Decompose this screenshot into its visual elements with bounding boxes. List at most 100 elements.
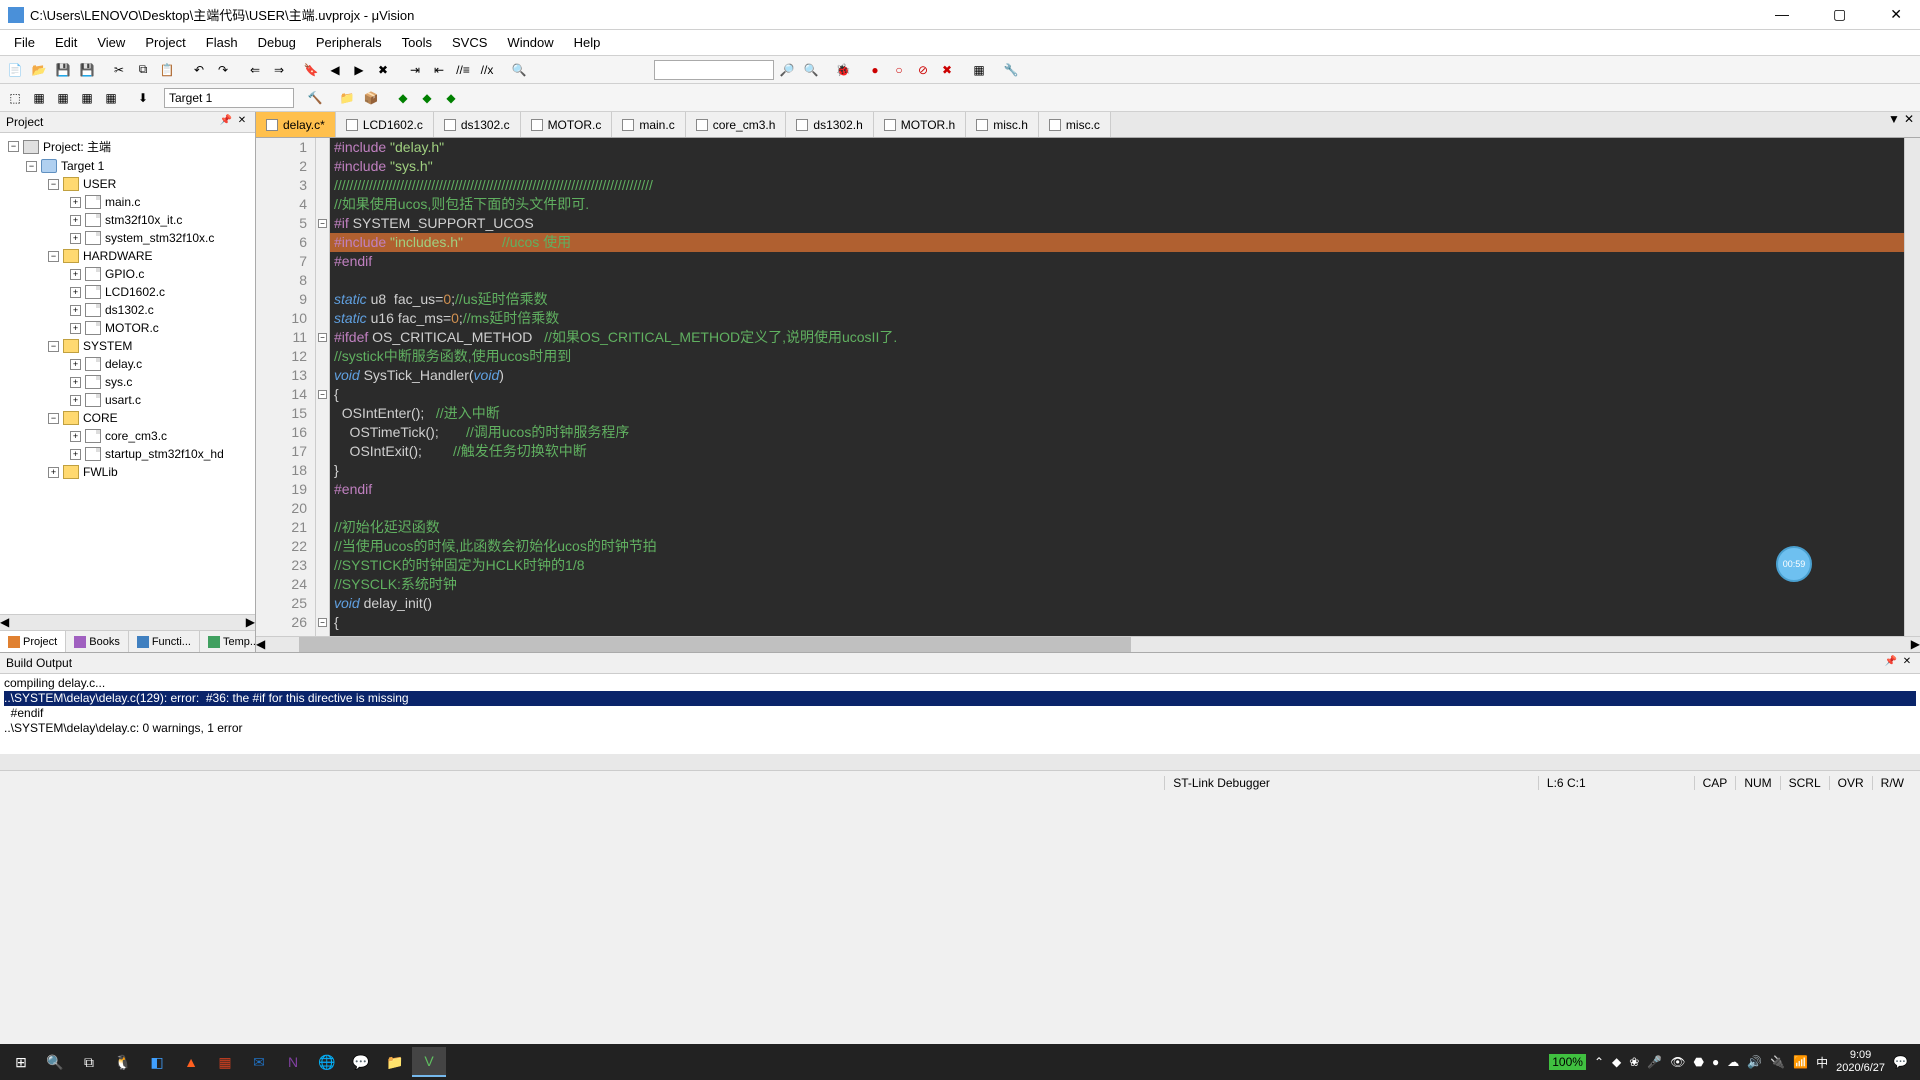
- build-pin-icon[interactable]: 📌: [1884, 656, 1898, 670]
- tray-app4-icon[interactable]: 👁: [1670, 1055, 1685, 1069]
- file-tab-main-c[interactable]: main.c: [612, 112, 685, 137]
- tray-app5-icon[interactable]: ⬣: [1694, 1055, 1704, 1069]
- debug-icon[interactable]: 🐞: [832, 59, 854, 81]
- manage-rtx-icon[interactable]: ◆: [392, 87, 414, 109]
- bookmark-clear-icon[interactable]: ✖: [372, 59, 394, 81]
- file-tab-misc-h[interactable]: misc.h: [966, 112, 1039, 137]
- horizontal-scrollbar[interactable]: ◀▶: [256, 636, 1920, 652]
- menu-debug[interactable]: Debug: [248, 31, 306, 54]
- manage-project-icon[interactable]: 📦: [360, 87, 382, 109]
- tree-group-core[interactable]: −CORE: [0, 409, 255, 427]
- search-icon[interactable]: 🔍: [38, 1047, 72, 1077]
- download-icon[interactable]: ⬇: [132, 87, 154, 109]
- build-hscroll[interactable]: [0, 754, 1920, 770]
- comment-icon[interactable]: //≡: [452, 59, 474, 81]
- tree-file-system_stm32f10x-c[interactable]: +system_stm32f10x.c: [0, 229, 255, 247]
- tray-up-icon[interactable]: ⌃: [1594, 1055, 1604, 1069]
- menu-view[interactable]: View: [87, 31, 135, 54]
- tray-app7-icon[interactable]: ☁: [1727, 1055, 1739, 1069]
- copy-icon[interactable]: ⧉: [132, 59, 154, 81]
- file-tab-MOTOR-c[interactable]: MOTOR.c: [521, 112, 613, 137]
- notifications-icon[interactable]: 💬: [1893, 1055, 1908, 1069]
- tray-app3-icon[interactable]: 🎤: [1647, 1055, 1662, 1069]
- tray-app2-icon[interactable]: ❀: [1629, 1055, 1639, 1069]
- tree-file-startup_stm32f10x_hd[interactable]: +startup_stm32f10x_hd: [0, 445, 255, 463]
- save-all-icon[interactable]: 💾: [76, 59, 98, 81]
- tree-group-fwlib[interactable]: +FWLib: [0, 463, 255, 481]
- nav-back-icon[interactable]: ⇐: [244, 59, 266, 81]
- target-selector[interactable]: Target 1: [164, 88, 294, 108]
- project-tab-2[interactable]: Functi...: [129, 631, 200, 652]
- open-file-icon[interactable]: 📂: [28, 59, 50, 81]
- translate-icon[interactable]: ⬚: [4, 87, 26, 109]
- chrome-icon[interactable]: 🌐: [310, 1047, 344, 1077]
- build-icon[interactable]: ▦: [28, 87, 50, 109]
- clock[interactable]: 9:09 2020/6/27: [1836, 1049, 1885, 1075]
- tree-target[interactable]: −Target 1: [0, 157, 255, 175]
- ime-icon[interactable]: 中: [1816, 1054, 1828, 1071]
- tree-group-system[interactable]: −SYSTEM: [0, 337, 255, 355]
- app-1-icon[interactable]: 🐧: [106, 1047, 140, 1077]
- find-in-files-icon[interactable]: 🔍: [508, 59, 530, 81]
- uvision-task-icon[interactable]: V: [412, 1047, 446, 1077]
- save-icon[interactable]: 💾: [52, 59, 74, 81]
- undo-icon[interactable]: ↶: [188, 59, 210, 81]
- bookmark-toggle-icon[interactable]: 🔖: [300, 59, 322, 81]
- tree-project-root[interactable]: −Project: 主端: [0, 136, 255, 157]
- file-tab-MOTOR-h[interactable]: MOTOR.h: [874, 112, 966, 137]
- nav-forward-icon[interactable]: ⇒: [268, 59, 290, 81]
- network-icon[interactable]: 📶: [1793, 1055, 1808, 1069]
- tree-hscroll[interactable]: ◀▶: [0, 614, 255, 630]
- tree-group-user[interactable]: −USER: [0, 175, 255, 193]
- tree-file-stm32f10x_it-c[interactable]: +stm32f10x_it.c: [0, 211, 255, 229]
- rebuild-icon[interactable]: ▦: [52, 87, 74, 109]
- app-2-icon[interactable]: ◧: [140, 1047, 174, 1077]
- wechat-icon[interactable]: 💬: [344, 1047, 378, 1077]
- tree-file-sys-c[interactable]: +sys.c: [0, 373, 255, 391]
- menu-tools[interactable]: Tools: [392, 31, 442, 54]
- tray-app6-icon[interactable]: ●: [1712, 1055, 1719, 1069]
- recording-badge[interactable]: 00:59: [1776, 546, 1812, 582]
- breakpoint-kill-icon[interactable]: ✖: [936, 59, 958, 81]
- tree-file-ds1302-c[interactable]: +ds1302.c: [0, 301, 255, 319]
- outdent-icon[interactable]: ⇤: [428, 59, 450, 81]
- menu-peripherals[interactable]: Peripherals: [306, 31, 392, 54]
- power-icon[interactable]: 🔌: [1770, 1055, 1785, 1069]
- panel-close-icon[interactable]: ✕: [235, 115, 249, 129]
- menu-window[interactable]: Window: [497, 31, 563, 54]
- file-ext-icon[interactable]: 📁: [336, 87, 358, 109]
- menu-edit[interactable]: Edit: [45, 31, 87, 54]
- tree-file-core_cm3-c[interactable]: +core_cm3.c: [0, 427, 255, 445]
- volume-icon[interactable]: 🔊: [1747, 1055, 1762, 1069]
- explorer-icon[interactable]: 📁: [378, 1047, 412, 1077]
- menu-help[interactable]: Help: [564, 31, 611, 54]
- paste-icon[interactable]: 📋: [156, 59, 178, 81]
- minimize-button[interactable]: —: [1765, 2, 1799, 27]
- app-3-icon[interactable]: ▲: [174, 1047, 208, 1077]
- menu-svcs[interactable]: SVCS: [442, 31, 497, 54]
- tree-file-LCD1602-c[interactable]: +LCD1602.c: [0, 283, 255, 301]
- tree-file-usart-c[interactable]: +usart.c: [0, 391, 255, 409]
- fold-column[interactable]: −−−−: [316, 138, 330, 636]
- redo-icon[interactable]: ↷: [212, 59, 234, 81]
- breakpoint-disable-icon[interactable]: ⊘: [912, 59, 934, 81]
- pack-installer-icon[interactable]: ◆: [440, 87, 462, 109]
- battery-icon[interactable]: 100%: [1549, 1054, 1586, 1070]
- tray-app1-icon[interactable]: ◆: [1612, 1055, 1621, 1069]
- find-combo[interactable]: [654, 60, 774, 80]
- incremental-find-icon[interactable]: 🔍: [800, 59, 822, 81]
- uncomment-icon[interactable]: //x: [476, 59, 498, 81]
- file-tab-core_cm3-h[interactable]: core_cm3.h: [686, 112, 787, 137]
- file-tab-ds1302-h[interactable]: ds1302.h: [786, 112, 873, 137]
- indent-icon[interactable]: ⇥: [404, 59, 426, 81]
- breakpoint-insert-icon[interactable]: ●: [864, 59, 886, 81]
- build-output-body[interactable]: compiling delay.c.....\SYSTEM\delay\dela…: [0, 674, 1920, 754]
- configure-icon[interactable]: 🔧: [1000, 59, 1022, 81]
- build-close-icon[interactable]: ✕: [1900, 656, 1914, 670]
- code-editor[interactable]: 1234567891011121314151617181920212223242…: [256, 138, 1920, 636]
- select-packs-icon[interactable]: ◆: [416, 87, 438, 109]
- menu-flash[interactable]: Flash: [196, 31, 248, 54]
- file-tab-ds1302-c[interactable]: ds1302.c: [434, 112, 521, 137]
- bookmark-next-icon[interactable]: ▶: [348, 59, 370, 81]
- project-tab-0[interactable]: Project: [0, 631, 66, 652]
